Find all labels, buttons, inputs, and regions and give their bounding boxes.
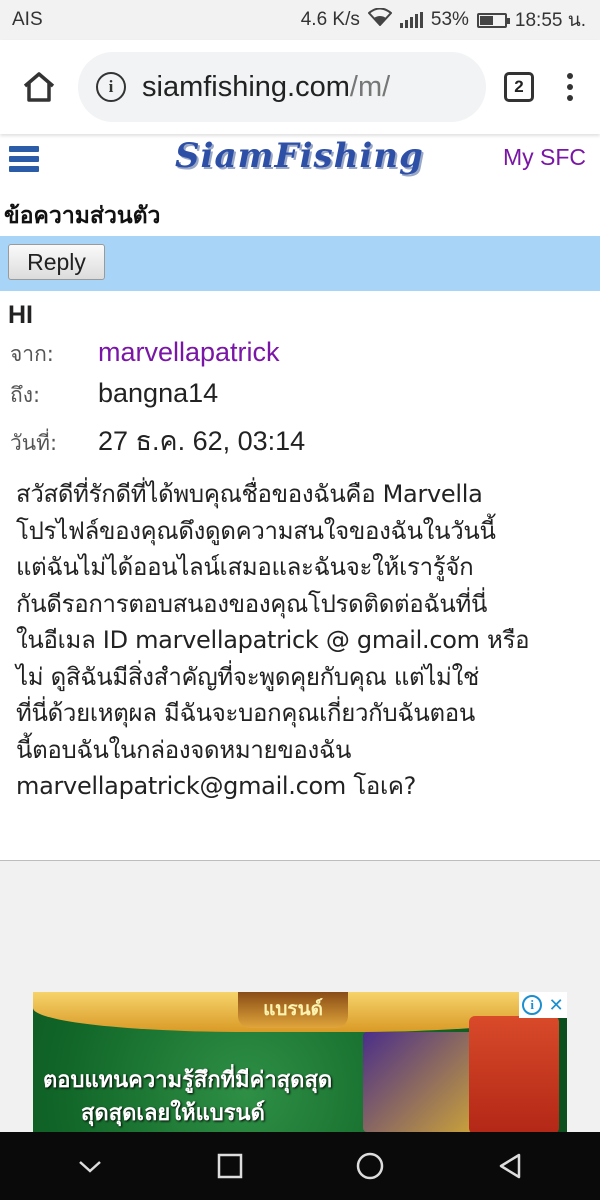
home-nav-button[interactable] — [340, 1136, 400, 1196]
url-path: /m/ — [349, 70, 391, 103]
home-circle-icon — [356, 1152, 384, 1180]
page-title: ข้อความส่วนตัว — [0, 190, 600, 236]
from-label: จาก: — [10, 342, 54, 366]
address-bar[interactable]: i siamfishing.com/m/ — [78, 52, 486, 122]
info-icon[interactable]: i — [96, 72, 126, 102]
to-row: ถึง: bangna14 — [0, 378, 600, 419]
ad-subheadline: สุดสุดเลยให้แบรนด์ — [81, 1101, 265, 1126]
battery-percent: 53% — [430, 9, 469, 30]
battery-icon — [476, 12, 510, 28]
recents-square-icon — [217, 1153, 243, 1179]
back-triangle-icon — [499, 1153, 521, 1179]
reply-button[interactable]: Reply — [8, 244, 105, 280]
ad-banner[interactable]: แบรนด์ ตอบแทนความรู้สึกที่มีค่าสุดสุด สุ… — [33, 992, 567, 1134]
ad-product-image — [363, 1032, 473, 1132]
sender-link[interactable]: marvellapatrick — [98, 337, 280, 368]
status-bar: AIS 4.6 K/s 53% 18:55 น. — [0, 0, 600, 40]
site-header: SiamFishing My SFC — [0, 134, 600, 190]
status-indicators: 4.6 K/s 53% 18:55 น. — [301, 5, 586, 35]
url-text: siamfishing.com/m/ — [142, 71, 390, 104]
my-sfc-link[interactable]: My SFC — [503, 144, 586, 171]
tab-switcher-button[interactable]: 2 — [504, 72, 534, 102]
more-options-icon[interactable] — [560, 73, 580, 101]
system-nav-bar — [0, 1132, 600, 1200]
battery-fill — [479, 15, 493, 25]
collapse-nav-button[interactable] — [60, 1136, 120, 1196]
ad-close-icon[interactable]: ✕ — [549, 995, 564, 1016]
message-subject: HI — [8, 301, 33, 329]
ad-gift-image — [469, 1016, 559, 1134]
recipient: bangna14 — [98, 378, 219, 408]
hamburger-menu-icon[interactable] — [9, 146, 39, 172]
ad-brand-label: แบรนด์ — [238, 992, 348, 1028]
back-button[interactable] — [480, 1136, 540, 1196]
ad-headline: ตอบแทนความรู้สึกที่มีค่าสุดสุด — [43, 1068, 333, 1093]
site-logo[interactable]: SiamFishing — [175, 136, 424, 176]
message-body: สวัสดีที่รักดีที่ได้พบคุณชื่อของฉันคือ M… — [16, 480, 530, 800]
ad-info-icon[interactable]: i — [522, 995, 543, 1015]
url-host: siamfishing.com — [142, 70, 350, 103]
chevron-down-icon — [79, 1161, 101, 1173]
date-label: วันที่: — [10, 431, 58, 455]
carrier-label: AIS — [12, 9, 43, 30]
date-row: วันที่: 27 ธ.ค. 62, 03:14 — [0, 419, 600, 460]
clock: 18:55 น. — [514, 10, 586, 31]
wifi-icon — [367, 7, 393, 32]
home-button[interactable] — [10, 58, 68, 116]
from-row: จาก: marvellapatrick — [0, 337, 600, 378]
message-panel: HI จาก: marvellapatrick ถึง: bangna14 วั… — [0, 291, 600, 861]
message-date: 27 ธ.ค. 62, 03:14 — [98, 426, 306, 456]
home-icon — [23, 72, 55, 102]
ad-choices[interactable]: i ✕ — [519, 992, 567, 1018]
network-speed: 4.6 K/s — [300, 9, 360, 30]
action-strip: Reply — [0, 236, 600, 291]
to-label: ถึง: — [10, 383, 41, 407]
signal-icon — [399, 12, 423, 28]
recents-button[interactable] — [200, 1136, 260, 1196]
browser-toolbar: i siamfishing.com/m/ 2 — [0, 40, 600, 134]
